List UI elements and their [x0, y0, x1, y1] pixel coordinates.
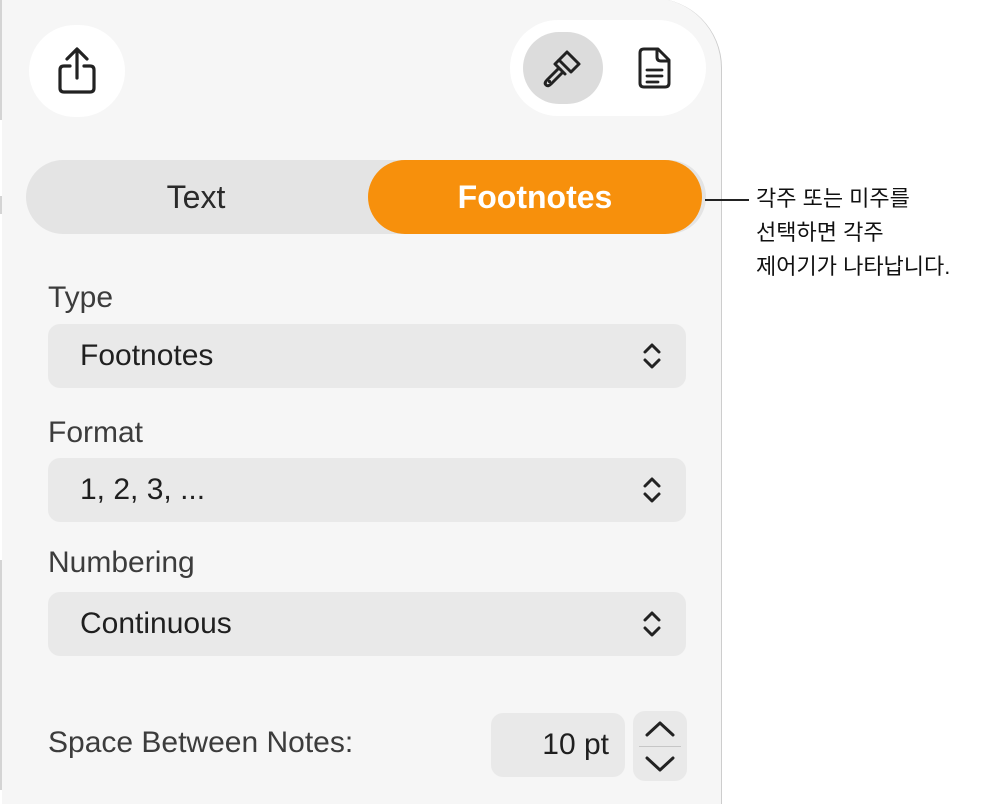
space-between-notes-label: Space Between Notes:	[48, 726, 354, 759]
format-button[interactable]	[523, 32, 603, 104]
space-between-notes-field[interactable]: 10 pt	[491, 713, 625, 777]
chevron-down-icon	[645, 756, 675, 771]
callout-line: 선택하면 각주	[756, 220, 884, 245]
stepper-increment-button[interactable]	[633, 711, 687, 746]
type-value: Footnotes	[80, 339, 214, 372]
space-between-notes-value: 10 pt	[542, 728, 609, 761]
type-popup[interactable]: Footnotes	[48, 324, 686, 388]
tab-text[interactable]: Text	[26, 160, 366, 234]
share-button[interactable]	[29, 25, 125, 117]
numbering-popup[interactable]: Continuous	[48, 592, 686, 656]
chevron-up-down-icon	[643, 477, 661, 503]
tab-footnotes[interactable]: Footnotes	[368, 160, 702, 234]
callout-leader-line	[705, 199, 749, 201]
paintbrush-icon	[543, 50, 581, 88]
document-icon	[638, 47, 671, 89]
format-value: 1, 2, 3, ...	[80, 473, 206, 506]
chevron-up-icon	[645, 721, 675, 736]
type-label: Type	[48, 281, 114, 314]
space-between-notes-stepper	[633, 711, 687, 781]
chevron-up-down-icon	[643, 611, 661, 637]
numbering-value: Continuous	[80, 607, 232, 640]
inspector-tab-control: Text Footnotes	[26, 160, 706, 234]
document-button[interactable]	[618, 32, 690, 104]
format-popup[interactable]: 1, 2, 3, ...	[48, 458, 686, 522]
callout-line: 각주 또는 미주를	[756, 186, 910, 211]
chevron-up-down-icon	[643, 343, 661, 369]
stepper-decrement-button[interactable]	[633, 746, 687, 781]
format-inspector-panel: Text Footnotes Type Footnotes Format 1, …	[2, 0, 722, 804]
screenshot: Text Footnotes Type Footnotes Format 1, …	[0, 0, 999, 804]
callout-text: 각주 또는 미주를 선택하면 각주 제어기가 나타납니다.	[756, 182, 996, 284]
callout-line: 제어기가 나타납니다.	[756, 254, 951, 279]
share-icon	[58, 47, 96, 94]
numbering-label: Numbering	[48, 546, 195, 579]
format-label: Format	[48, 416, 144, 449]
inspector-toolbar	[510, 20, 706, 116]
